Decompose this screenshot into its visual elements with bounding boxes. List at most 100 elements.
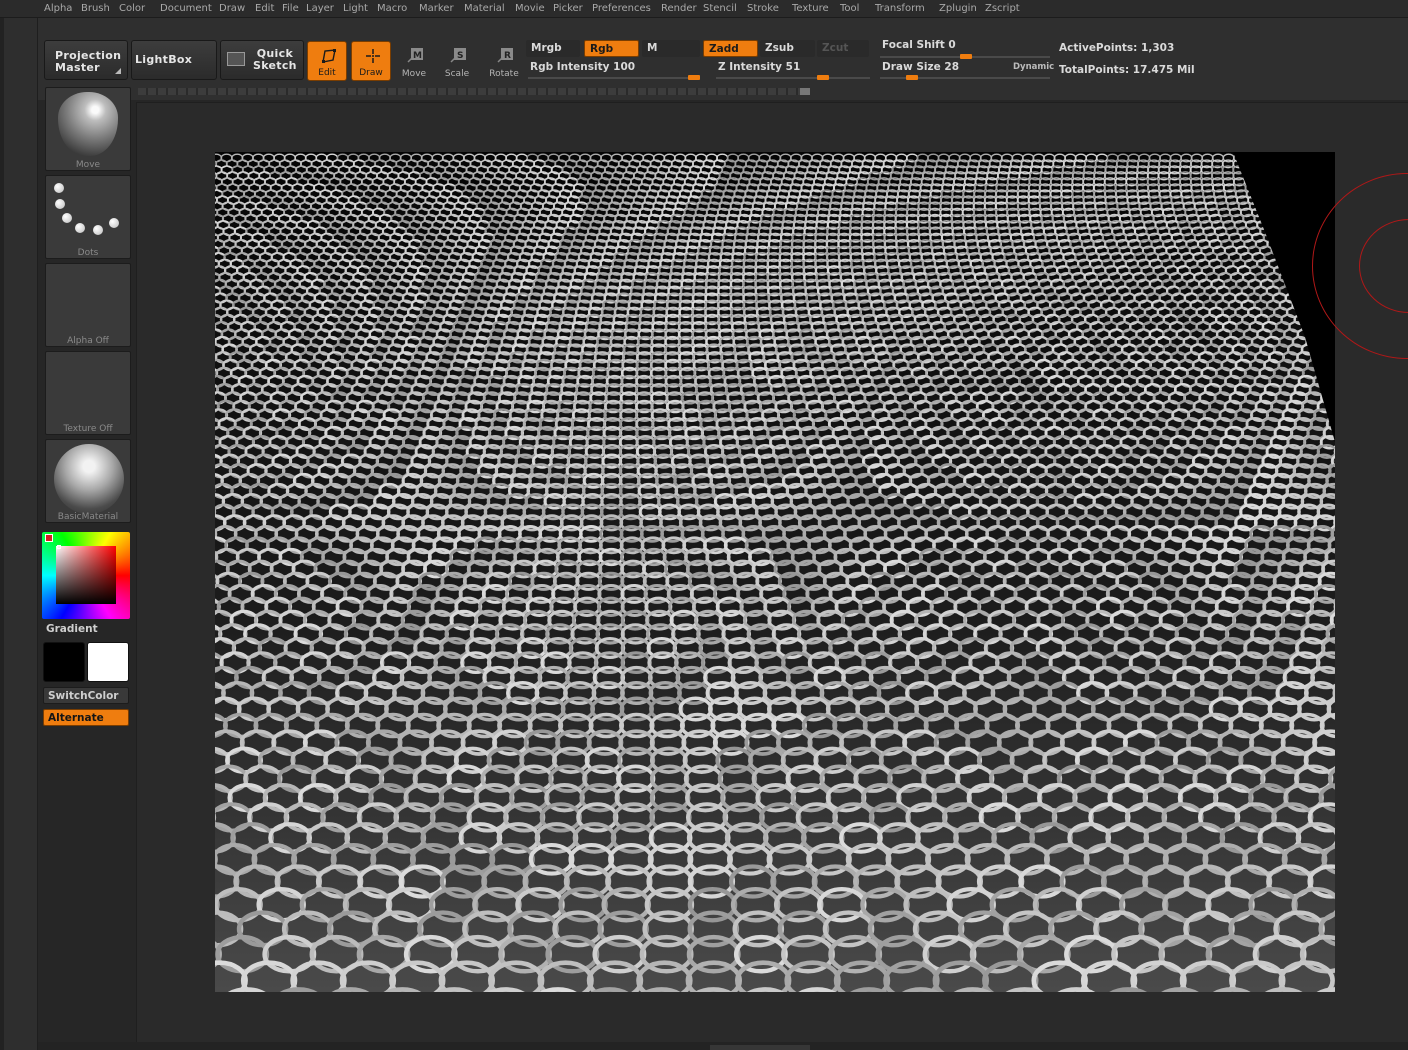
lightbox-button[interactable]: LightBox — [131, 40, 217, 80]
scale-icon: S — [450, 48, 466, 63]
color-saturation-square[interactable] — [56, 546, 116, 604]
menu-alpha[interactable]: Alpha — [44, 3, 72, 14]
rgb-intensity-track[interactable] — [528, 77, 700, 79]
brush-selector[interactable]: Move — [45, 87, 131, 171]
gradient-toggle[interactable]: Gradient — [46, 623, 98, 635]
rgb-intensity-slider[interactable]: Rgb Intensity 100 — [530, 61, 635, 73]
timeline-scrubber[interactable] — [138, 88, 810, 95]
hue-marker[interactable] — [45, 534, 53, 542]
focal-shift-label: Focal Shift — [882, 39, 945, 51]
menu-edit[interactable]: Edit — [255, 3, 274, 14]
zadd-button[interactable]: Zadd — [703, 40, 758, 57]
menu-document[interactable]: Document — [160, 3, 212, 14]
z-intensity-track[interactable] — [716, 77, 870, 79]
rgb-button[interactable]: Rgb — [584, 40, 639, 57]
move-mode-button[interactable]: M Move — [394, 41, 434, 81]
sketch-icon — [227, 52, 245, 66]
chainmail-render — [215, 152, 1335, 992]
m-button[interactable]: M — [642, 40, 700, 57]
active-points-readout: ActivePoints: 1,303 — [1059, 42, 1175, 54]
focal-shift-value: 0 — [948, 39, 956, 51]
draw-size-value: 28 — [944, 61, 960, 73]
menu-brush[interactable]: Brush — [81, 3, 110, 14]
rotate-mode-button[interactable]: R Rotate — [484, 41, 524, 81]
menu-preferences[interactable]: Preferences — [592, 3, 651, 14]
menu-tool[interactable]: Tool — [840, 3, 859, 14]
edit-icon — [322, 49, 336, 63]
menu-light[interactable]: Light — [343, 3, 368, 14]
z-intensity-knob[interactable] — [817, 75, 829, 80]
total-points-readout: TotalPoints: 17.475 Mil — [1059, 64, 1195, 76]
main-color-swatch[interactable] — [43, 642, 85, 682]
draw-mode-button[interactable]: Draw — [351, 41, 391, 81]
projection-master-label: Projection Master — [55, 49, 122, 74]
rotate-label: Rotate — [489, 69, 519, 79]
draw-size-knob[interactable] — [906, 75, 918, 80]
draw-size-slider[interactable]: Draw Size 28 — [882, 61, 959, 73]
draw-icon — [366, 49, 380, 63]
menu-material[interactable]: Material — [464, 3, 505, 14]
rgb-intensity-knob[interactable] — [688, 75, 700, 80]
scale-mode-button[interactable]: S Scale — [437, 41, 477, 81]
stroke-dot-icon — [55, 199, 65, 209]
z-intensity-slider[interactable]: Z Intensity 51 — [718, 61, 800, 73]
stroke-name: Dots — [77, 248, 99, 258]
corner-arrow-icon — [115, 68, 121, 74]
menu-file[interactable]: File — [282, 3, 299, 14]
focal-shift-knob[interactable] — [960, 54, 972, 59]
main-menu-bar: Alpha Brush Color Document Draw Edit Fil… — [0, 0, 1408, 18]
menu-zscript[interactable]: Zscript — [985, 3, 1020, 14]
stroke-dot-icon — [54, 183, 64, 193]
menu-picker[interactable]: Picker — [553, 3, 583, 14]
menu-render[interactable]: Render — [661, 3, 697, 14]
alpha-selector[interactable]: Alpha Off — [45, 263, 131, 347]
rgb-intensity-value: 100 — [613, 61, 636, 73]
edit-mode-button[interactable]: Edit — [307, 41, 347, 81]
material-selector[interactable]: BasicMaterial — [45, 439, 131, 523]
rotate-icon: R — [497, 48, 513, 63]
texture-selector[interactable]: Texture Off — [45, 351, 131, 435]
quick-sketch-label: Quick Sketch — [253, 47, 297, 72]
brush-name: Move — [75, 160, 101, 170]
projection-master-button[interactable]: Projection Master — [44, 40, 128, 80]
menu-draw[interactable]: Draw — [219, 3, 245, 14]
lightbox-label: LightBox — [135, 53, 193, 66]
stroke-dot-icon — [62, 213, 72, 223]
z-intensity-value: 51 — [785, 61, 801, 73]
menu-macro[interactable]: Macro — [377, 3, 407, 14]
menu-layer[interactable]: Layer — [306, 3, 334, 14]
focal-shift-slider[interactable]: Focal Shift 0 — [882, 39, 956, 51]
zsub-button[interactable]: Zsub — [760, 40, 815, 57]
menu-transform[interactable]: Transform — [875, 3, 925, 14]
menu-zplugin[interactable]: Zplugin — [939, 3, 977, 14]
alternate-button[interactable]: Alternate — [43, 709, 129, 726]
tray-grip[interactable] — [0, 18, 4, 1050]
saturation-marker[interactable] — [57, 545, 61, 549]
switch-color-button[interactable]: SwitchColor — [43, 687, 129, 704]
stroke-dot-icon — [109, 218, 119, 228]
draw-size-label: Draw Size — [882, 61, 941, 73]
secondary-color-swatch[interactable] — [87, 642, 129, 682]
menu-texture[interactable]: Texture — [792, 3, 829, 14]
material-name: BasicMaterial — [57, 512, 119, 522]
menu-color[interactable]: Color — [119, 3, 145, 14]
menu-marker[interactable]: Marker — [419, 3, 454, 14]
document-canvas[interactable] — [215, 152, 1335, 992]
menu-movie[interactable]: Movie — [515, 3, 545, 14]
scale-label: Scale — [444, 69, 470, 79]
rgb-intensity-label: Rgb Intensity — [530, 61, 610, 73]
mrgb-button[interactable]: Mrgb — [526, 40, 580, 57]
zcut-button[interactable]: Zcut — [817, 40, 869, 57]
material-sphere-icon — [54, 444, 124, 514]
menu-stencil[interactable]: Stencil — [703, 3, 737, 14]
color-picker[interactable] — [42, 532, 130, 619]
left-tray — [0, 18, 38, 1050]
dynamic-toggle[interactable]: Dynamic — [1013, 62, 1054, 72]
edit-label: Edit — [318, 68, 336, 78]
quick-sketch-button[interactable]: Quick Sketch — [220, 40, 304, 80]
alpha-name: Alpha Off — [67, 336, 109, 346]
scrubber-handle[interactable] — [800, 88, 810, 95]
stroke-selector[interactable]: Dots — [45, 175, 131, 259]
draw-label: Draw — [359, 68, 383, 78]
menu-stroke[interactable]: Stroke — [747, 3, 779, 14]
